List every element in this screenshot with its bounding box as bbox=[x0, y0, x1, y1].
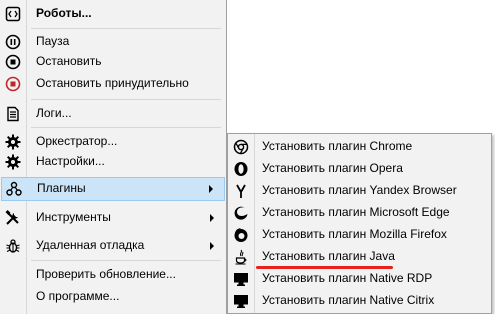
opera-icon bbox=[233, 161, 249, 177]
menu-item-robots[interactable]: Роботы... bbox=[0, 2, 226, 26]
plugins-submenu: Установить плагин Chrome Установить плаг… bbox=[227, 133, 492, 314]
firefox-icon bbox=[233, 227, 249, 243]
tools-icon bbox=[5, 210, 21, 226]
menu-item-label: Настройки... bbox=[36, 154, 105, 168]
gear-icon bbox=[5, 154, 21, 170]
menu-item-settings[interactable]: Настройки... bbox=[0, 150, 226, 174]
menu-item-label: Плагины bbox=[37, 181, 86, 195]
plugins-icon bbox=[6, 181, 22, 197]
menu-item-about[interactable]: О программе... bbox=[0, 285, 226, 309]
pause-icon bbox=[5, 34, 21, 50]
menu-item-force-stop[interactable]: Остановить принудительно bbox=[0, 72, 226, 96]
menu-separator bbox=[31, 127, 221, 128]
menu-item-logs[interactable]: Логи... bbox=[0, 102, 226, 126]
menu-item-label: Пауза bbox=[36, 34, 70, 48]
menu-item-check-update[interactable]: Проверить обновление... bbox=[0, 263, 226, 287]
submenu-item-java[interactable]: Установить плагин Java bbox=[228, 246, 491, 268]
submenu-item-yandex[interactable]: Установить плагин Yandex Browser bbox=[228, 180, 491, 202]
submenu-item-label: Установить плагин Java bbox=[262, 249, 395, 263]
menu-separator bbox=[31, 260, 221, 261]
menu-item-label: Роботы... bbox=[36, 6, 92, 20]
submenu-item-label: Установить плагин Native RDP bbox=[262, 271, 433, 285]
document-icon bbox=[5, 106, 21, 122]
menu-item-label: Проверить обновление... bbox=[36, 267, 176, 281]
menu-item-label: Логи... bbox=[36, 106, 72, 120]
submenu-item-label: Установить плагин Yandex Browser bbox=[262, 183, 457, 197]
submenu-item-native-rdp[interactable]: Установить плагин Native RDP bbox=[228, 268, 491, 290]
gear-icon bbox=[5, 134, 21, 150]
chrome-icon bbox=[233, 139, 249, 155]
submenu-item-opera[interactable]: Установить плагин Opera bbox=[228, 158, 491, 180]
menu-item-stop[interactable]: Остановить bbox=[0, 50, 226, 74]
edge-icon bbox=[233, 205, 249, 221]
menu-item-tools[interactable]: Инструменты bbox=[0, 206, 226, 230]
java-annotation-underline bbox=[256, 266, 393, 269]
menu-item-label: Оркестратор... bbox=[36, 134, 118, 148]
force-stop-icon bbox=[5, 76, 21, 92]
yandex-icon bbox=[233, 183, 249, 199]
menu-item-label: Остановить принудительно bbox=[36, 76, 189, 90]
submenu-item-native-citrix[interactable]: Установить плагин Native Citrix bbox=[228, 290, 491, 312]
chevron-right-icon bbox=[210, 242, 214, 250]
menu-separator bbox=[31, 99, 221, 100]
menu-item-label: Удаленная отладка bbox=[36, 238, 145, 252]
menu-item-label: Остановить bbox=[36, 54, 102, 68]
menu-item-label: О программе... bbox=[36, 289, 120, 303]
submenu-item-firefox[interactable]: Установить плагин Mozilla Firefox bbox=[228, 224, 491, 246]
submenu-item-label: Установить плагин Native Citrix bbox=[262, 293, 435, 307]
submenu-item-label: Установить плагин Chrome bbox=[262, 139, 413, 153]
submenu-item-label: Установить плагин Mozilla Firefox bbox=[262, 227, 447, 241]
submenu-item-label: Установить плагин Opera bbox=[262, 161, 403, 175]
submenu-item-label: Установить плагин Microsoft Edge bbox=[262, 205, 450, 219]
chevron-right-icon bbox=[210, 214, 214, 222]
stop-icon bbox=[5, 54, 21, 70]
tray-context-menu: Роботы... Пауза Остановить Остановить пр… bbox=[0, 0, 227, 314]
monitor-icon bbox=[233, 293, 249, 309]
submenu-item-chrome[interactable]: Установить плагин Chrome bbox=[228, 136, 491, 158]
chevron-right-icon bbox=[209, 185, 213, 193]
menu-item-label: Инструменты bbox=[36, 210, 111, 224]
java-icon bbox=[233, 249, 249, 265]
menu-item-remote-debug[interactable]: Удаленная отладка bbox=[0, 234, 226, 258]
submenu-item-edge[interactable]: Установить плагин Microsoft Edge bbox=[228, 202, 491, 224]
menu-separator bbox=[31, 28, 221, 29]
monitor-icon bbox=[233, 271, 249, 287]
menu-item-plugins[interactable]: Плагины bbox=[1, 177, 225, 201]
bug-icon bbox=[5, 238, 21, 254]
robot-code-icon bbox=[5, 6, 21, 22]
